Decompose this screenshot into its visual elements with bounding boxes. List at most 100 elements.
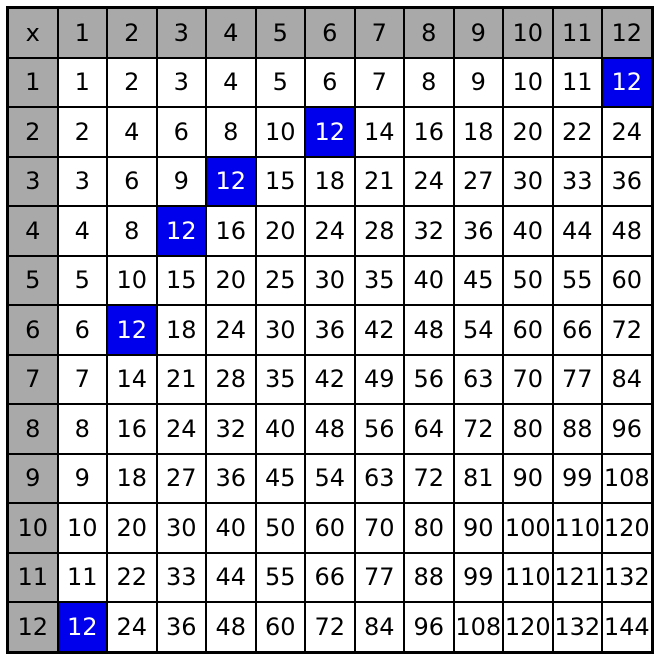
highlight-cell: 12	[602, 58, 652, 108]
table-cell: 120	[602, 503, 652, 553]
table-cell: 99	[553, 454, 603, 504]
table-cell: 36	[602, 157, 652, 207]
table-cell: 30	[305, 256, 355, 306]
col-header: 7	[355, 8, 405, 58]
col-header: 1	[58, 8, 108, 58]
table-cell: 8	[206, 107, 256, 157]
table-cell: 24	[107, 602, 157, 652]
table-cell: 24	[305, 206, 355, 256]
table-cell: 35	[256, 355, 306, 405]
table-cell: 77	[553, 355, 603, 405]
table-cell: 24	[404, 157, 454, 207]
table-cell: 20	[256, 206, 306, 256]
table-cell: 55	[553, 256, 603, 306]
table-cell: 77	[355, 553, 405, 603]
col-header: 8	[404, 8, 454, 58]
table-cell: 14	[355, 107, 405, 157]
table-cell: 49	[355, 355, 405, 405]
table-cell: 42	[305, 355, 355, 405]
table-cell: 2	[107, 58, 157, 108]
col-header: 2	[107, 8, 157, 58]
table-cell: 22	[107, 553, 157, 603]
table-cell: 80	[503, 404, 553, 454]
table-cell: 10	[256, 107, 306, 157]
table-cell: 81	[454, 454, 504, 504]
table-cell: 18	[157, 305, 207, 355]
table-cell: 5	[256, 58, 306, 108]
table-cell: 7	[355, 58, 405, 108]
table-cell: 27	[157, 454, 207, 504]
table-cell: 84	[355, 602, 405, 652]
table-cell: 96	[602, 404, 652, 454]
table-cell: 20	[107, 503, 157, 553]
table-cell: 63	[454, 355, 504, 405]
table-cell: 30	[157, 503, 207, 553]
table-cell: 56	[404, 355, 454, 405]
table-cell: 36	[206, 454, 256, 504]
row-header: 1	[8, 58, 58, 108]
highlight-cell: 12	[206, 157, 256, 207]
table-cell: 1	[58, 58, 108, 108]
table-cell: 48	[206, 602, 256, 652]
table-cell: 32	[206, 404, 256, 454]
row-header: 2	[8, 107, 58, 157]
table-cell: 60	[305, 503, 355, 553]
table-cell: 50	[503, 256, 553, 306]
highlight-cell: 12	[305, 107, 355, 157]
table-cell: 40	[256, 404, 306, 454]
table-cell: 25	[256, 256, 306, 306]
table-cell: 11	[58, 553, 108, 603]
table-cell: 40	[404, 256, 454, 306]
table-cell: 72	[602, 305, 652, 355]
table-cell: 30	[503, 157, 553, 207]
table-cell: 9	[157, 157, 207, 207]
table-cell: 24	[157, 404, 207, 454]
multiplication-table-wrap: x123456789101112112345678910111222468101…	[0, 0, 668, 668]
table-cell: 88	[553, 404, 603, 454]
col-header: 4	[206, 8, 256, 58]
row-header: 4	[8, 206, 58, 256]
table-cell: 32	[404, 206, 454, 256]
table-cell: 48	[404, 305, 454, 355]
table-cell: 20	[206, 256, 256, 306]
table-cell: 132	[602, 553, 652, 603]
table-cell: 36	[157, 602, 207, 652]
table-cell: 84	[602, 355, 652, 405]
row-header: 10	[8, 503, 58, 553]
table-cell: 66	[305, 553, 355, 603]
table-cell: 100	[503, 503, 553, 553]
table-cell: 54	[305, 454, 355, 504]
table-cell: 8	[404, 58, 454, 108]
col-header: 5	[256, 8, 306, 58]
highlight-cell: 12	[107, 305, 157, 355]
table-cell: 30	[256, 305, 306, 355]
table-cell: 6	[107, 157, 157, 207]
table-cell: 99	[454, 553, 504, 603]
table-cell: 45	[454, 256, 504, 306]
table-cell: 72	[454, 404, 504, 454]
row-header: 11	[8, 553, 58, 603]
table-cell: 15	[256, 157, 306, 207]
table-cell: 121	[553, 553, 603, 603]
table-cell: 60	[602, 256, 652, 306]
table-cell: 90	[503, 454, 553, 504]
table-cell: 45	[256, 454, 306, 504]
table-cell: 24	[206, 305, 256, 355]
table-cell: 4	[58, 206, 108, 256]
multiplication-table: x123456789101112112345678910111222468101…	[6, 6, 654, 654]
table-cell: 64	[404, 404, 454, 454]
table-cell: 132	[553, 602, 603, 652]
table-cell: 48	[305, 404, 355, 454]
table-cell: 5	[58, 256, 108, 306]
table-cell: 21	[157, 355, 207, 405]
table-cell: 60	[503, 305, 553, 355]
table-cell: 18	[305, 157, 355, 207]
row-header: 8	[8, 404, 58, 454]
row-header: 5	[8, 256, 58, 306]
col-header: 6	[305, 8, 355, 58]
table-cell: 90	[454, 503, 504, 553]
table-cell: 28	[355, 206, 405, 256]
table-cell: 44	[206, 553, 256, 603]
table-cell: 11	[553, 58, 603, 108]
table-cell: 60	[256, 602, 306, 652]
